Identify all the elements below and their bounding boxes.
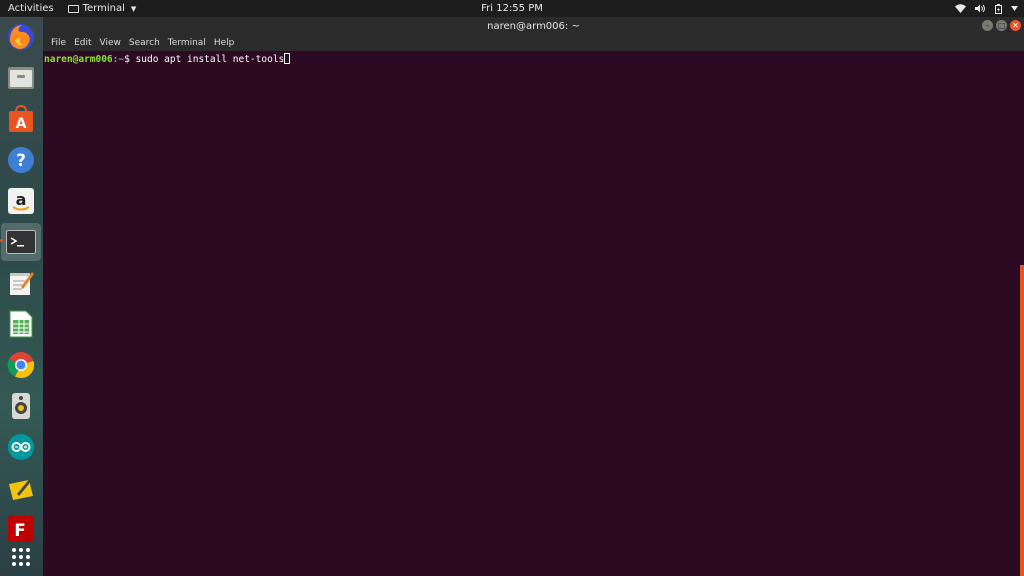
dock-firefox[interactable] xyxy=(5,21,37,53)
dock-software[interactable]: A xyxy=(5,103,37,135)
svg-text:?: ? xyxy=(16,151,26,171)
dock-notes[interactable] xyxy=(5,472,37,504)
activities-button[interactable]: Activities xyxy=(0,0,62,17)
app-grid-icon xyxy=(12,548,30,566)
svg-text:a: a xyxy=(16,190,27,209)
prompt-user-host: naren@arm006 xyxy=(44,54,113,65)
dock-terminal[interactable] xyxy=(0,223,41,261)
terminal-mini-icon xyxy=(67,4,79,13)
dock-text-editor[interactable] xyxy=(5,267,37,299)
minimize-button[interactable]: – xyxy=(982,20,993,31)
scrollbar[interactable] xyxy=(1020,265,1024,576)
menu-help[interactable]: Help xyxy=(210,38,239,48)
spreadsheet-icon xyxy=(9,310,33,338)
app-menu[interactable]: Terminal ▼ xyxy=(62,3,137,14)
terminal-icon xyxy=(6,230,36,254)
terminal-window: naren@arm006: ~ – □ ✕ File Edit View Sea… xyxy=(43,17,1024,576)
speaker-icon xyxy=(12,393,30,419)
top-bar: Activities Terminal ▼ Fri 12:55 PM xyxy=(0,0,1024,17)
menu-search[interactable]: Search xyxy=(125,38,164,48)
dock-media[interactable] xyxy=(5,390,37,422)
svg-text:A: A xyxy=(16,116,27,132)
software-center-icon: A xyxy=(9,105,33,132)
window-titlebar[interactable]: naren@arm006: ~ – □ ✕ xyxy=(43,17,1024,35)
menu-edit[interactable]: Edit xyxy=(70,38,95,48)
dock-arduino[interactable] xyxy=(5,431,37,463)
volume-icon xyxy=(975,4,985,13)
app-menu-label: Terminal xyxy=(82,3,125,14)
dock-spreadsheet[interactable] xyxy=(5,308,37,340)
help-icon: ? xyxy=(8,147,34,173)
dock: A ? a F xyxy=(0,17,43,576)
prompt-line: naren@arm006:~$ sudo apt install net-too… xyxy=(44,53,1023,66)
dock-files[interactable] xyxy=(5,62,37,94)
window-title: naren@arm006: ~ xyxy=(487,20,580,32)
menu-view[interactable]: View xyxy=(96,38,125,48)
wifi-icon xyxy=(955,4,966,13)
menu-bar: File Edit View Search Terminal Help xyxy=(43,35,1024,51)
amazon-icon: a xyxy=(8,188,34,214)
prompt-path: :~ xyxy=(112,54,125,65)
files-icon xyxy=(8,67,34,89)
firefox-icon xyxy=(8,24,34,50)
system-tray[interactable] xyxy=(955,0,1018,17)
dock-amazon[interactable]: a xyxy=(5,185,37,217)
dock-chrome[interactable] xyxy=(5,349,37,381)
text-cursor xyxy=(284,53,291,64)
window-controls: – □ ✕ xyxy=(982,20,1021,31)
menu-file[interactable]: File xyxy=(47,38,70,48)
active-indicator xyxy=(0,239,3,242)
dock-help[interactable]: ? xyxy=(5,144,37,176)
battery-icon xyxy=(995,3,1002,14)
dock-app-grid[interactable] xyxy=(5,541,37,573)
chevron-down-icon: ▼ xyxy=(130,4,137,13)
terminal-area[interactable]: naren@arm006:~$ sudo apt install net-too… xyxy=(43,51,1024,576)
prompt-symbol: $ xyxy=(124,54,136,65)
chevron-down-icon xyxy=(1011,6,1018,11)
clock[interactable]: Fri 12:55 PM xyxy=(0,0,1024,17)
filezilla-icon: F xyxy=(8,516,34,542)
chrome-icon xyxy=(7,352,35,379)
text-editor-icon xyxy=(10,272,34,295)
close-button[interactable]: ✕ xyxy=(1010,20,1021,31)
maximize-button[interactable]: □ xyxy=(996,20,1007,31)
svg-text:F: F xyxy=(14,521,26,541)
command-text: sudo apt install net-tools xyxy=(135,54,285,65)
notes-icon xyxy=(9,477,33,500)
menu-terminal[interactable]: Terminal xyxy=(164,38,210,48)
arduino-icon xyxy=(8,434,34,460)
